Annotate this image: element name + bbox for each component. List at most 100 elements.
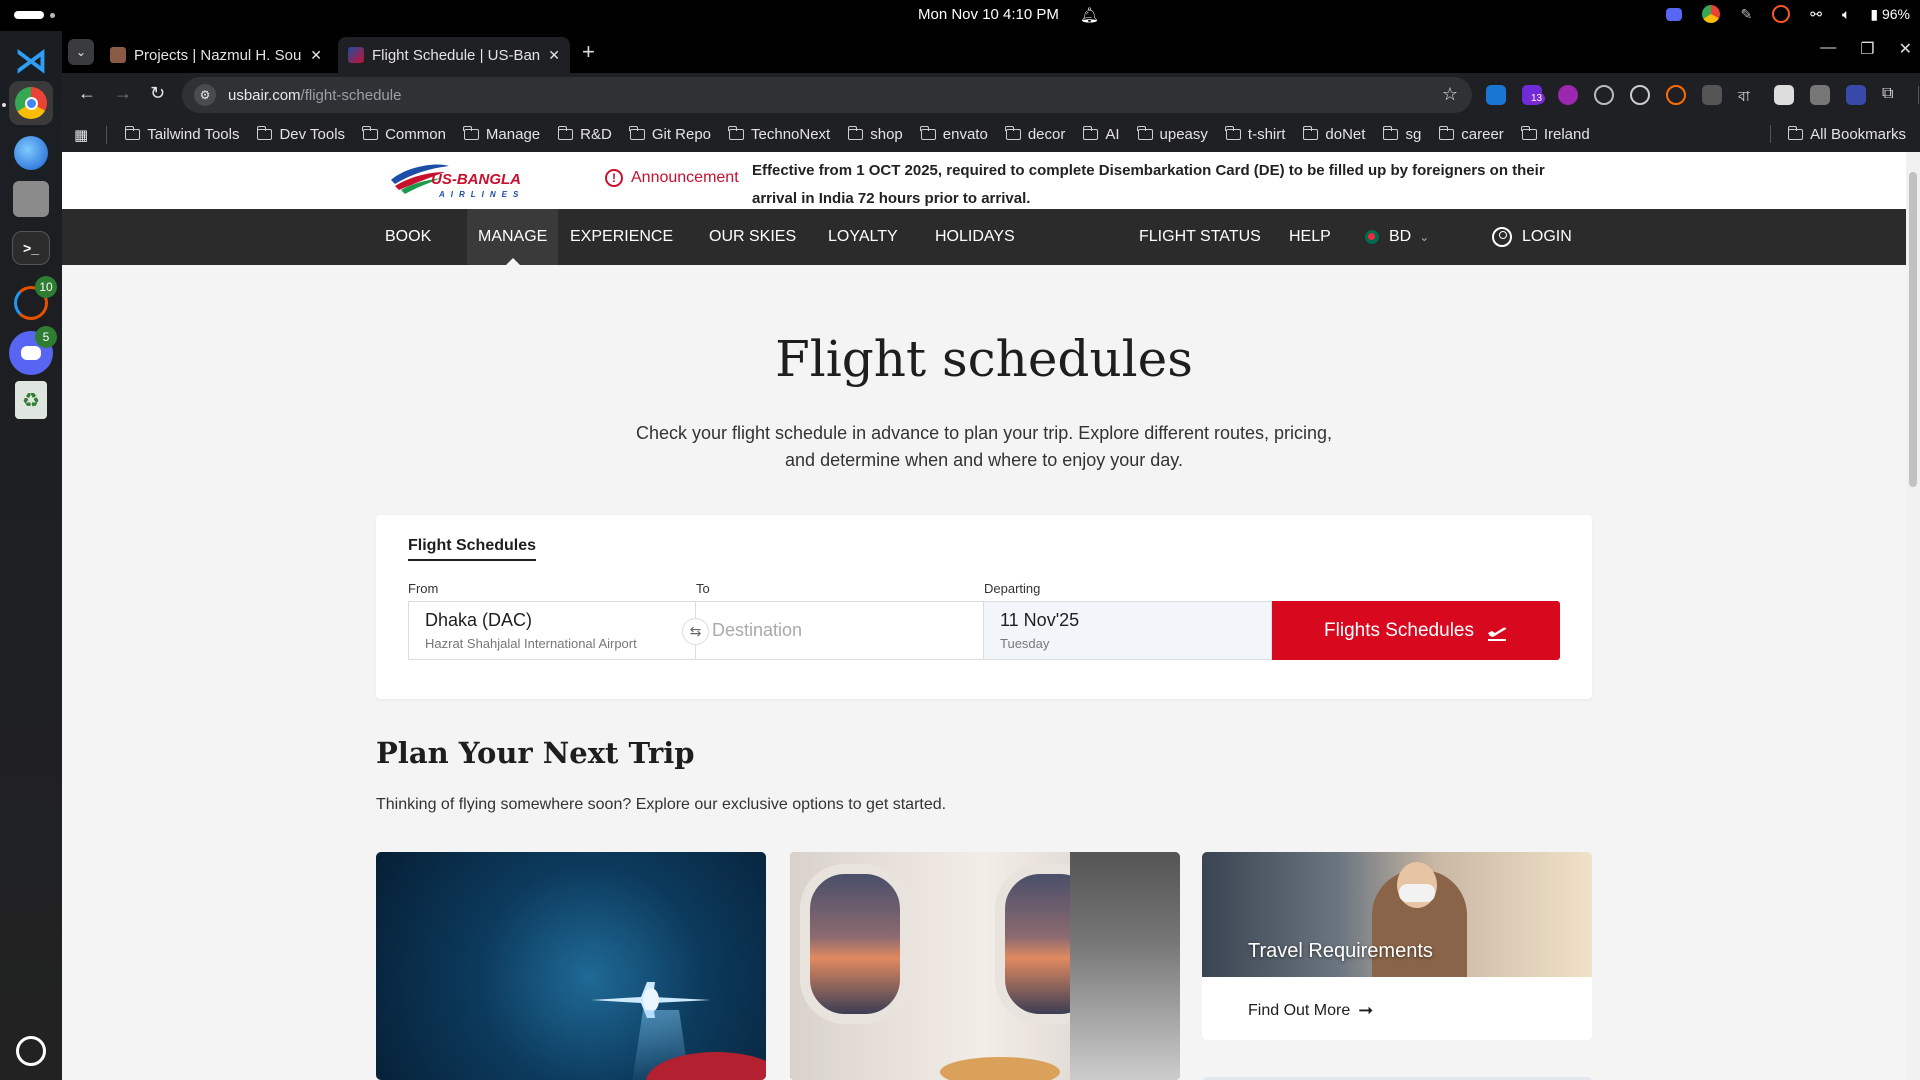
- departing-date-field[interactable]: 11 Nov'25 Tuesday: [984, 601, 1272, 660]
- page-subtitle: Check your flight schedule in advance to…: [635, 423, 1333, 470]
- minimize-icon[interactable]: —: [1820, 39, 1836, 59]
- nav-help[interactable]: HELP: [1278, 209, 1342, 265]
- activities-button[interactable]: [14, 11, 55, 19]
- destination-field[interactable]: Destination: [696, 601, 984, 660]
- site-info-icon[interactable]: ⚙: [194, 84, 216, 106]
- tab-flight-schedules[interactable]: Flight Schedules: [408, 537, 537, 561]
- volume-icon[interactable]: 🔈︎: [1842, 6, 1850, 23]
- discord-tray-icon[interactable]: [1666, 7, 1683, 21]
- close-icon[interactable]: ✕: [310, 47, 322, 64]
- bookmark-sg[interactable]: sg: [1382, 126, 1421, 143]
- bookmark-rnd[interactable]: R&D: [557, 126, 612, 143]
- all-bookmarks[interactable]: All Bookmarks: [1770, 125, 1906, 143]
- bangladesh-flag-icon: [1365, 230, 1379, 244]
- grey-extension-icon[interactable]: [1702, 85, 1722, 105]
- puzzle-extensions-icon[interactable]: ⧉: [1882, 85, 1902, 105]
- promo-card-digital[interactable]: [376, 852, 766, 1080]
- meal-tray-graphic: [940, 1057, 1060, 1080]
- bookmark-shop[interactable]: shop: [847, 126, 903, 143]
- from-field[interactable]: Dhaka (DAC) Hazrat Shahjalal Internation…: [408, 601, 696, 660]
- close-window-icon[interactable]: ✕: [1899, 39, 1912, 59]
- discord-icon[interactable]: 5: [9, 326, 57, 375]
- page-scrollbar[interactable]: [1906, 152, 1920, 1080]
- bookmark-upeasy[interactable]: upeasy: [1136, 126, 1208, 143]
- bookmark-dev-tools[interactable]: Dev Tools: [256, 126, 345, 143]
- address-bar[interactable]: ⚙ usbair.com/flight-schedule ☆: [182, 77, 1472, 113]
- bookmark-decor[interactable]: decor: [1005, 126, 1065, 143]
- find-out-more-link[interactable]: Find Out More ➞: [1248, 1000, 1373, 1021]
- terminal-icon[interactable]: >_: [12, 231, 50, 265]
- bangla-extension-icon[interactable]: বা: [1738, 85, 1758, 105]
- bookmark-manage[interactable]: Manage: [463, 126, 540, 143]
- bookmark-git-repo[interactable]: Git Repo: [629, 126, 711, 143]
- chrome-tray-icon[interactable]: [1702, 5, 1721, 23]
- tab-projects[interactable]: Projects | Nazmul H. Sour ✕: [100, 37, 332, 73]
- bookmark-star-icon[interactable]: ☆: [1442, 84, 1458, 105]
- nav-experience[interactable]: EXPERIENCE: [559, 209, 684, 265]
- nav-book[interactable]: BOOK: [374, 209, 442, 265]
- departing-label: Departing: [984, 581, 1041, 596]
- timer-tray-icon[interactable]: [1772, 5, 1791, 23]
- thunderbird-icon[interactable]: [9, 131, 53, 175]
- announcement-label[interactable]: ! Announcement: [605, 169, 739, 187]
- from-label: From: [408, 581, 439, 596]
- folder-icon: [1225, 126, 1241, 140]
- bookmark-t-shirt[interactable]: t-shirt: [1225, 126, 1285, 143]
- timer-app-icon[interactable]: 10: [9, 276, 57, 325]
- bookmark-envato[interactable]: envato: [920, 126, 988, 143]
- svg-text:US-BANGLA: US-BANGLA: [431, 171, 521, 188]
- bookmark-career[interactable]: career: [1438, 126, 1504, 143]
- show-apps-icon[interactable]: [9, 1029, 53, 1073]
- promo-card-travel-requirements[interactable]: Travel Requirements Find Out More ➞: [1202, 852, 1592, 1040]
- reload-icon[interactable]: ↻: [150, 83, 165, 104]
- maximize-icon[interactable]: ❐: [1860, 39, 1874, 59]
- bookmark-ireland[interactable]: Ireland: [1521, 126, 1590, 143]
- system-tray[interactable]: ✎ ⚯ 🔈︎ ▮ 96%: [1666, 5, 1910, 23]
- bookmark-tailwind-tools[interactable]: Tailwind Tools: [124, 126, 239, 143]
- badge-extension-icon[interactable]: 13: [1522, 85, 1546, 105]
- bookmark-technonext[interactable]: TechnoNext: [728, 126, 830, 143]
- bookmark-donet[interactable]: doNet: [1302, 126, 1365, 143]
- nav-holidays[interactable]: HOLIDAYS: [924, 209, 1026, 265]
- scrollbar-thumb[interactable]: [1909, 172, 1917, 487]
- nav-our-skies[interactable]: OUR SKIES: [698, 209, 807, 265]
- battery-indicator[interactable]: ▮ 96%: [1870, 6, 1910, 23]
- vscode-icon[interactable]: ⋊: [9, 39, 53, 83]
- url-host: usbair.com: [228, 86, 301, 104]
- swap-route-icon[interactable]: ⇆: [682, 618, 709, 645]
- chrome-icon[interactable]: [9, 81, 53, 125]
- url-path: /flight-schedule: [300, 86, 402, 104]
- pen-tray-icon[interactable]: ✎: [1740, 6, 1752, 23]
- bookmark-ai[interactable]: AI: [1082, 126, 1120, 143]
- close-icon[interactable]: ✕: [548, 47, 560, 64]
- promo-card-cabin[interactable]: [790, 852, 1180, 1080]
- image-extension-icon[interactable]: [1774, 85, 1794, 105]
- tab-flight-schedule[interactable]: Flight Schedule | US-Bangla ✕: [338, 37, 570, 73]
- system-clock[interactable]: Mon Nov 10 4:10 PM: [918, 6, 1059, 23]
- nav-loyalty[interactable]: LOYALTY: [817, 209, 909, 265]
- files-icon[interactable]: [13, 181, 49, 217]
- nav-manage[interactable]: MANAGE: [467, 209, 559, 265]
- new-tab-button[interactable]: +: [582, 39, 595, 65]
- globe-extension-icon[interactable]: [1630, 85, 1650, 105]
- purple-extension-icon[interactable]: [1558, 85, 1578, 105]
- country-selector[interactable]: BD ⌄: [1354, 209, 1440, 265]
- tag-extension-icon[interactable]: [1846, 85, 1866, 105]
- bookmark-label: career: [1461, 126, 1504, 143]
- network-icon[interactable]: ⚯: [1810, 6, 1822, 23]
- apps-grid-icon[interactable]: ▦: [74, 126, 88, 144]
- login-button[interactable]: LOGIN: [1481, 209, 1583, 265]
- target-extension-icon[interactable]: [1594, 85, 1614, 105]
- code-extension-icon[interactable]: [1810, 85, 1830, 105]
- nav-flight-status[interactable]: FLIGHT STATUS: [1128, 209, 1272, 265]
- back-arrow-icon[interactable]: ←: [78, 83, 96, 104]
- us-bangla-logo[interactable]: US-BANGLA AIRLINES: [387, 158, 547, 202]
- trash-icon[interactable]: ♻: [15, 381, 47, 419]
- orange-extension-icon[interactable]: [1666, 85, 1686, 105]
- s-extension-icon[interactable]: [1486, 85, 1506, 105]
- forward-arrow-icon[interactable]: →: [114, 83, 132, 104]
- tab-search-button[interactable]: ⌄: [68, 39, 94, 65]
- notification-bell-icon[interactable]: 🔔︎: [1080, 6, 1099, 24]
- bookmark-common[interactable]: Common: [362, 126, 446, 143]
- flights-schedules-button[interactable]: Flights Schedules: [1272, 601, 1560, 660]
